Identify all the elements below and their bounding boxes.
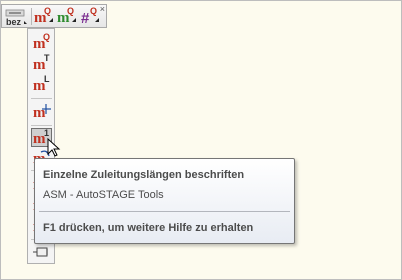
pin-button[interactable] (31, 243, 52, 262)
tooltip-divider (39, 211, 290, 212)
close-icon[interactable]: × (100, 5, 105, 14)
toolbar-separator (31, 98, 52, 99)
vtool-m-cross-button[interactable]: m (31, 102, 52, 121)
crosshair-icon (42, 104, 51, 114)
dropdown-triangle-icon (95, 18, 99, 22)
toolbar-separator (31, 125, 52, 126)
t-superscript: T (44, 53, 50, 63)
dropdown-triangle-icon (72, 18, 76, 22)
pin-icon (33, 247, 48, 257)
horizontal-toolbar: bez m Q m Q # Q × (1, 4, 107, 28)
vtool-m-q-button[interactable]: m Q (31, 33, 52, 52)
one-superscript: 1 (44, 128, 50, 138)
hash-q-button[interactable]: # Q (79, 7, 101, 26)
m-q-green-button[interactable]: m Q (56, 7, 78, 26)
m-q-red-button[interactable]: m Q (33, 7, 55, 26)
tooltip-subtitle: ASM - AutoSTAGE Tools (43, 189, 164, 201)
l-superscript: L (44, 74, 50, 84)
tooltip-help-text: F1 drücken, um weitere Hilfe zu erhalten (43, 222, 254, 234)
vtool-m-l-button[interactable]: m L (31, 75, 52, 94)
tooltip-title: Einzelne Zuleitungslängen beschriften (43, 169, 245, 181)
label-tool-icon: bez (5, 9, 27, 27)
tooltip: Einzelne Zuleitungslängen beschriften AS… (34, 158, 295, 244)
toolbar-separator (31, 8, 32, 25)
vtool-m-t-button[interactable]: m T (31, 54, 52, 73)
label-tool-text: bez (6, 17, 22, 27)
dropdown-triangle-icon (49, 18, 53, 22)
label-tool-button[interactable]: bez (4, 7, 27, 27)
mouse-cursor-icon (47, 138, 61, 157)
q-superscript: Q (43, 32, 51, 42)
